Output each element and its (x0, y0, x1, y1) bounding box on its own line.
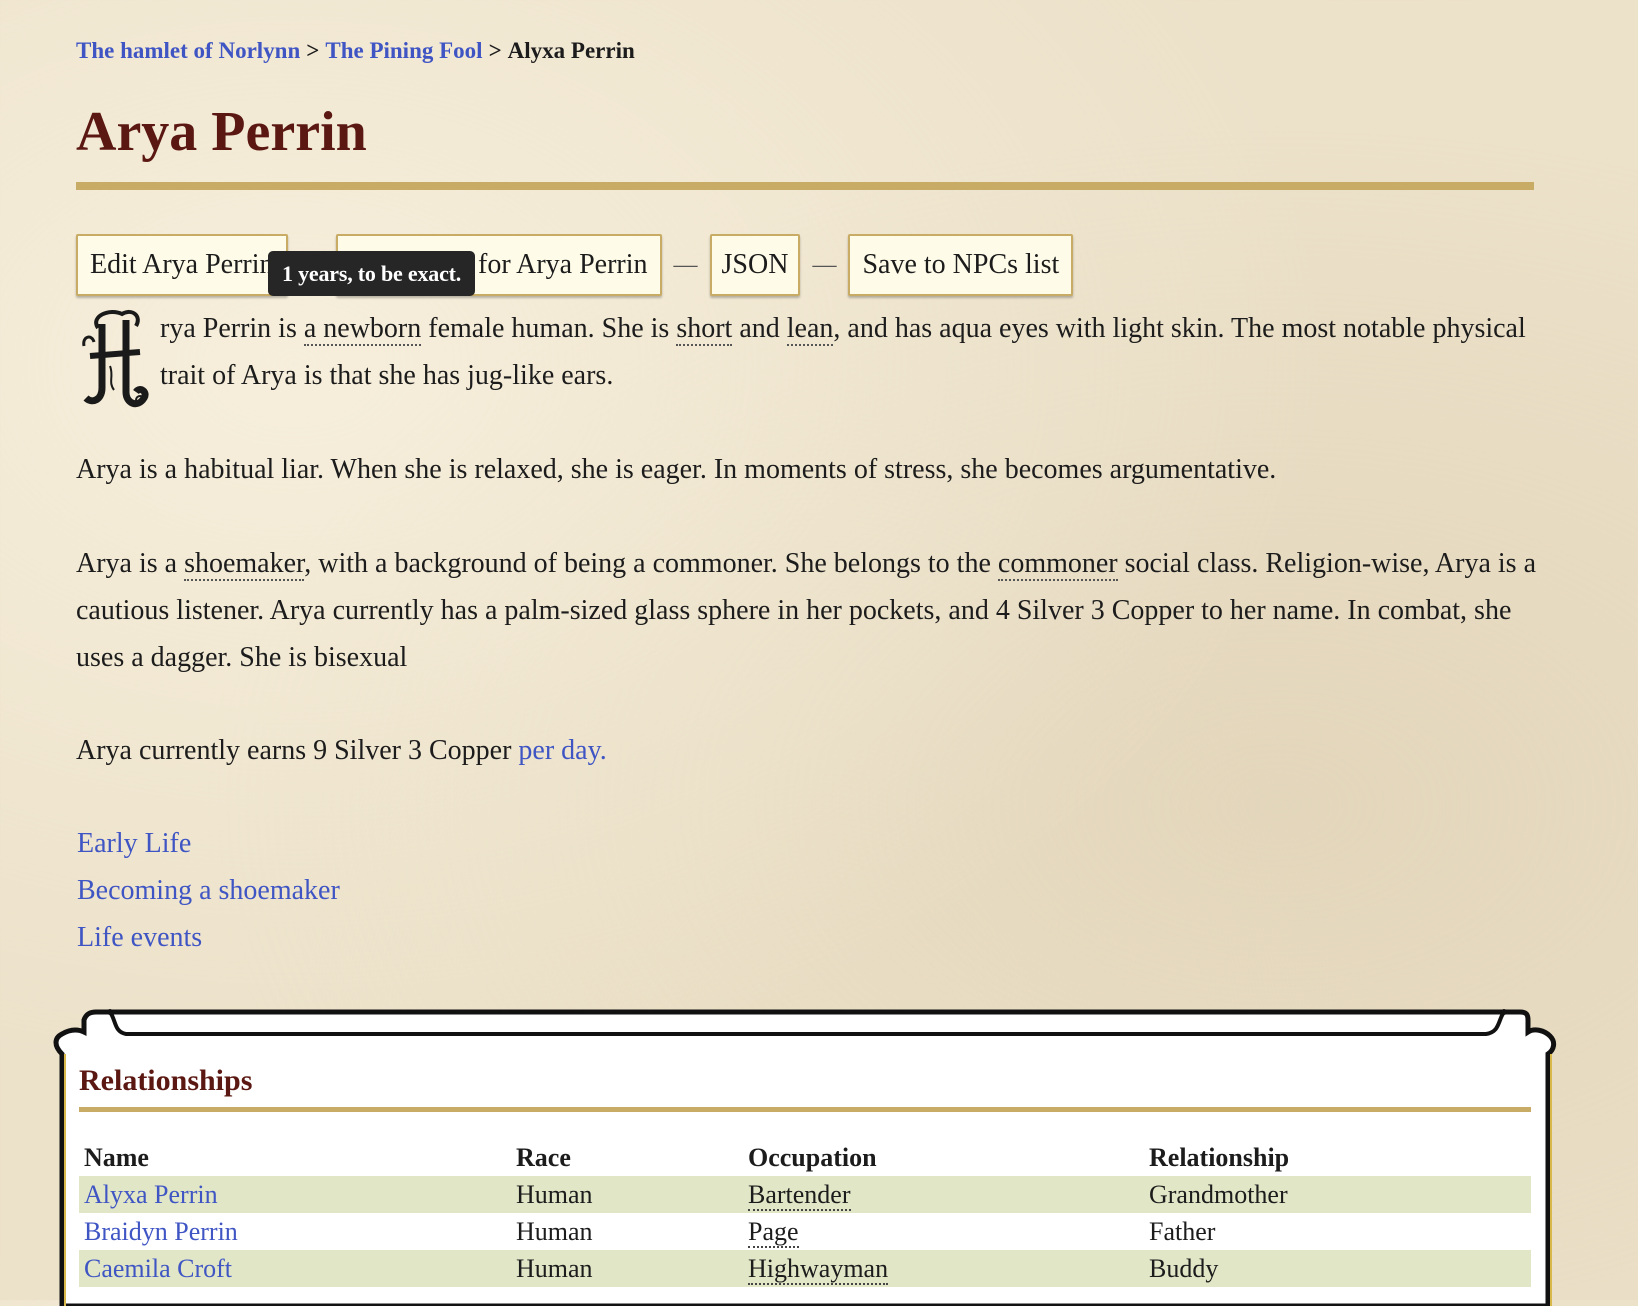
action-button-row: Edit Arya Perrin — for Arya Perrin — JSO… (76, 233, 1074, 297)
table-row: Alyxa Perrin Human Bartender Grandmother (79, 1176, 1531, 1213)
table-row: Caemila Croft Human Highwayman Buddy (79, 1250, 1531, 1287)
breadcrumb-current: Alyxa Perrin (507, 38, 635, 63)
breadcrumb-link-building[interactable]: The Pining Fool (325, 38, 482, 63)
breadcrumb-link-town[interactable]: The hamlet of Norlynn (76, 38, 300, 63)
relation-race: Human (511, 1250, 743, 1287)
section-links: Early Life Becoming a shoemaker Life eve… (77, 820, 340, 961)
dropcap-letter-icon (82, 309, 149, 408)
description-paragraph-background: Arya is a shoemaker, with a background o… (76, 540, 1546, 681)
edit-npc-button[interactable]: Edit Arya Perrin (76, 234, 288, 296)
text-span: and (732, 313, 787, 344)
description-paragraph-income: Arya currently earns 9 Silver 3 Copper p… (76, 727, 1546, 774)
save-to-npcs-button[interactable]: Save to NPCs list (848, 234, 1074, 296)
per-day-link[interactable]: per day. (518, 735, 606, 766)
column-header-occupation: Occupation (748, 1143, 877, 1172)
column-header-race: Race (516, 1143, 571, 1172)
age-term[interactable]: a newborn (303, 313, 422, 346)
description-paragraph-personality: Arya is a habitual liar. When she is rel… (76, 454, 1277, 485)
breadcrumb-separator: > (488, 38, 502, 63)
relation-occupation[interactable]: Page (748, 1216, 799, 1248)
description-paragraph-appearance: rya Perrin is a newborn female human. Sh… (160, 305, 1550, 399)
build-term[interactable]: lean (786, 313, 834, 346)
relation-race: Human (511, 1176, 743, 1213)
social-class-term[interactable]: commoner (997, 548, 1118, 581)
height-term[interactable]: short (676, 313, 733, 346)
title-divider (76, 182, 1534, 190)
relationships-heading: Relationships (79, 1064, 253, 1097)
json-button[interactable]: JSON (709, 234, 801, 296)
text-span: female human. She is (421, 313, 677, 344)
text-span: Arya currently earns 9 Silver 3 Copper (76, 735, 519, 766)
table-header-row: Name Race Occupation Relationship (79, 1140, 1531, 1176)
toc-link-early-life[interactable]: Early Life (77, 828, 191, 859)
relation-type: Father (1149, 1216, 1216, 1246)
relation-name-link[interactable]: Alyxa Perrin (84, 1180, 218, 1209)
breadcrumb-separator: > (306, 38, 320, 63)
relation-occupation[interactable]: Highwayman (748, 1253, 889, 1285)
page-title: Arya Perrin (76, 101, 367, 163)
relationships-table: Name Race Occupation Relationship Alyxa … (79, 1140, 1531, 1287)
relation-name-link[interactable]: Caemila Croft (84, 1254, 232, 1283)
breadcrumb: The hamlet of Norlynn > The Pining Fool > Al… (76, 38, 635, 64)
toc-link-becoming-shoemaker[interactable]: Becoming a shoemaker (77, 875, 340, 906)
button-separator: — (812, 251, 837, 278)
age-tooltip: 1 years, to be exact. (268, 251, 476, 296)
table-row: Braidyn Perrin Human Page Father (79, 1213, 1531, 1250)
button-separator: — (673, 251, 698, 278)
relation-type: Buddy (1144, 1250, 1531, 1287)
relation-occupation[interactable]: Bartender (748, 1179, 851, 1211)
column-header-name: Name (84, 1143, 149, 1172)
profession-term[interactable]: shoemaker (184, 548, 305, 581)
relation-name-link[interactable]: Braidyn Perrin (84, 1217, 238, 1246)
npc-action-button-label: for Arya Perrin (478, 249, 648, 280)
toc-link-life-events[interactable]: Life events (77, 922, 202, 953)
relationships-divider (79, 1107, 1531, 1112)
relation-type: Grandmother (1144, 1176, 1531, 1213)
text-span: , with a background of being a commoner.… (304, 548, 998, 579)
column-header-relationship: Relationship (1149, 1143, 1290, 1172)
relation-race: Human (516, 1216, 593, 1246)
text-span: rya Perrin is (160, 313, 304, 344)
text-span: Arya is a (76, 548, 185, 579)
